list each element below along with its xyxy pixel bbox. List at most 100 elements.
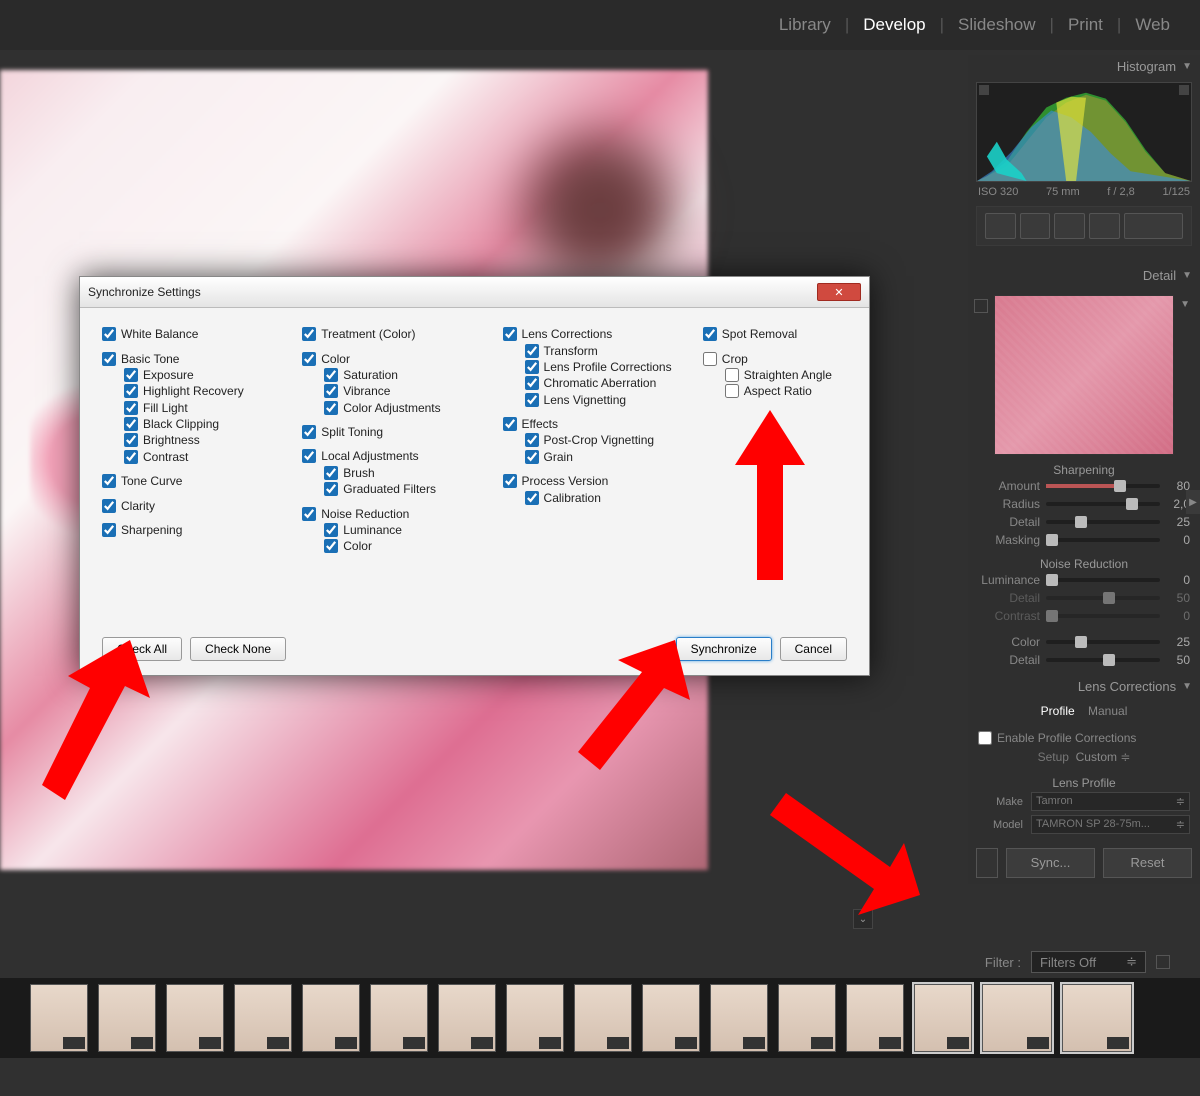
chk-sharpening[interactable]: Sharpening: [102, 522, 282, 538]
chk-vibrance[interactable]: Vibrance: [302, 383, 482, 399]
thumbnail[interactable]: [30, 984, 88, 1052]
chk-black-clipping[interactable]: Black Clipping: [102, 416, 282, 432]
chk-lens-corrections[interactable]: Lens Corrections: [503, 326, 683, 342]
check-none-button[interactable]: Check None: [190, 637, 286, 661]
dropdown-icon[interactable]: ≑: [1120, 750, 1130, 764]
slider-track[interactable]: [1046, 640, 1160, 644]
nav-slideshow[interactable]: Slideshow: [958, 15, 1036, 35]
chk-spot-removal[interactable]: Spot Removal: [703, 326, 847, 342]
slider-color[interactable]: Color 25: [968, 633, 1200, 651]
preset-dropdown[interactable]: ⌄: [853, 909, 873, 929]
chk-aspect-ratio[interactable]: Aspect Ratio: [703, 383, 847, 399]
chk-crop[interactable]: Crop: [703, 350, 847, 366]
thumbnail[interactable]: [778, 984, 836, 1052]
redeye-tool-icon[interactable]: [1054, 213, 1085, 239]
spot-tool-icon[interactable]: [1020, 213, 1051, 239]
detail-zoom-icon[interactable]: [974, 299, 988, 313]
thumbnail[interactable]: [506, 984, 564, 1052]
chk-graduated-filters[interactable]: Graduated Filters: [302, 481, 482, 497]
close-button[interactable]: ✕: [817, 283, 861, 301]
tab-manual[interactable]: Manual: [1088, 704, 1127, 718]
lens-header[interactable]: Lens Corrections▼: [968, 675, 1200, 698]
thumbnail[interactable]: [438, 984, 496, 1052]
clip-shadow-icon[interactable]: [979, 85, 989, 95]
nav-web[interactable]: Web: [1135, 15, 1170, 35]
slider-amount[interactable]: Amount 80: [968, 477, 1200, 495]
detail-header[interactable]: Detail▼: [968, 264, 1200, 287]
chk-fill-light[interactable]: Fill Light: [102, 400, 282, 416]
lens-make-select[interactable]: Tamron≑: [1031, 792, 1190, 811]
lens-model-select[interactable]: TAMRON SP 28-75m...≑: [1031, 815, 1190, 834]
brush-tool-icon[interactable]: [1124, 213, 1183, 239]
reset-button[interactable]: Reset: [1103, 848, 1192, 878]
slider-contrast[interactable]: Contrast 0: [968, 607, 1200, 625]
chk-noise-reduction[interactable]: Noise Reduction: [302, 505, 482, 521]
slider-luminance[interactable]: Luminance 0: [968, 571, 1200, 589]
histogram[interactable]: [976, 82, 1192, 182]
sync-button[interactable]: Sync...: [1006, 848, 1095, 878]
chk-exposure[interactable]: Exposure: [102, 367, 282, 383]
slider-radius[interactable]: Radius 2,0: [968, 495, 1200, 513]
slider-detailS[interactable]: Detail 25: [968, 513, 1200, 531]
nav-develop[interactable]: Develop: [863, 15, 925, 35]
chk-chromatic-aberration[interactable]: Chromatic Aberration: [503, 375, 683, 391]
chk-treatment[interactable]: Treatment (Color): [302, 326, 482, 342]
chk-grain[interactable]: Grain: [503, 449, 683, 465]
thumbnail[interactable]: [914, 984, 972, 1052]
thumbnail[interactable]: [1062, 984, 1132, 1052]
chk-local-adjustments[interactable]: Local Adjustments: [302, 448, 482, 464]
chk-basic-tone[interactable]: Basic Tone: [102, 350, 282, 366]
filter-toggle-icon[interactable]: [1156, 955, 1170, 969]
thumbnail[interactable]: [982, 984, 1052, 1052]
chk-saturation[interactable]: Saturation: [302, 367, 482, 383]
detail-preview[interactable]: [994, 295, 1174, 455]
chk-white-balance[interactable]: White Balance: [102, 326, 282, 342]
panel-expand-icon[interactable]: ▶: [1186, 490, 1200, 514]
thumbnail[interactable]: [302, 984, 360, 1052]
chk-brush[interactable]: Brush: [302, 465, 482, 481]
slider-track[interactable]: [1046, 502, 1160, 506]
slider-track[interactable]: [1046, 538, 1160, 542]
dialog-titlebar[interactable]: Synchronize Settings ✕: [80, 277, 869, 308]
chevron-down-icon[interactable]: ▼: [1180, 299, 1190, 310]
chk-post-crop-vignetting[interactable]: Post-Crop Vignetting: [503, 432, 683, 448]
chk-calibration[interactable]: Calibration: [503, 489, 683, 505]
nav-print[interactable]: Print: [1068, 15, 1103, 35]
filter-select[interactable]: Filters Off≑: [1031, 951, 1146, 973]
crop-tool-icon[interactable]: [985, 213, 1016, 239]
chk-process-version[interactable]: Process Version: [503, 473, 683, 489]
slider-track[interactable]: [1046, 578, 1160, 582]
slider-detailC[interactable]: Detail 50: [968, 651, 1200, 669]
clip-highlight-icon[interactable]: [1179, 85, 1189, 95]
chk-lens-vignetting[interactable]: Lens Vignetting: [503, 392, 683, 408]
chk-tone-curve[interactable]: Tone Curve: [102, 473, 282, 489]
nav-library[interactable]: Library: [779, 15, 831, 35]
chk-contrast[interactable]: Contrast: [102, 449, 282, 465]
chk-color-noise[interactable]: Color: [302, 538, 482, 554]
slider-track[interactable]: [1046, 658, 1160, 662]
chk-clarity[interactable]: Clarity: [102, 497, 282, 513]
thumbnail[interactable]: [574, 984, 632, 1052]
slider-detailN[interactable]: Detail 50: [968, 589, 1200, 607]
tab-profile[interactable]: Profile: [1041, 704, 1075, 718]
chk-brightness[interactable]: Brightness: [102, 432, 282, 448]
thumbnail[interactable]: [710, 984, 768, 1052]
thumbnail[interactable]: [234, 984, 292, 1052]
enable-profile-checkbox[interactable]: Enable Profile Corrections: [978, 730, 1190, 746]
thumbnail[interactable]: [98, 984, 156, 1052]
slider-track[interactable]: [1046, 596, 1160, 600]
chk-color-adjustments[interactable]: Color Adjustments: [302, 400, 482, 416]
switch-icon[interactable]: [976, 848, 998, 878]
chk-effects[interactable]: Effects: [503, 416, 683, 432]
synchronize-button[interactable]: Synchronize: [676, 637, 772, 661]
chk-split-toning[interactable]: Split Toning: [302, 424, 482, 440]
check-all-button[interactable]: Check All: [102, 637, 182, 661]
thumbnail[interactable]: [370, 984, 428, 1052]
slider-track[interactable]: [1046, 614, 1160, 618]
thumbnail[interactable]: [166, 984, 224, 1052]
filmstrip[interactable]: [0, 978, 1200, 1058]
chk-color[interactable]: Color: [302, 350, 482, 366]
chk-lens-profile-corr[interactable]: Lens Profile Corrections: [503, 359, 683, 375]
thumbnail[interactable]: [846, 984, 904, 1052]
chk-luminance[interactable]: Luminance: [302, 522, 482, 538]
